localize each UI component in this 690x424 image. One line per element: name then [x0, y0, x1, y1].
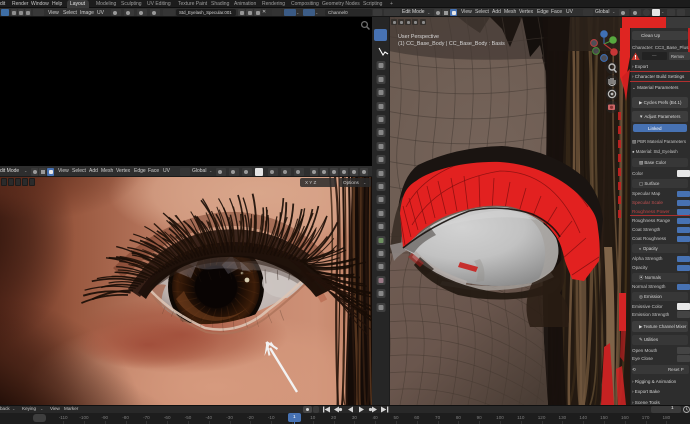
svg-text:User Perspective: User Perspective [398, 34, 439, 40]
svg-text:(1) CC_Base_Body | CC_Base_Bod: (1) CC_Base_Body | CC_Base_Body : Basis [398, 41, 505, 47]
